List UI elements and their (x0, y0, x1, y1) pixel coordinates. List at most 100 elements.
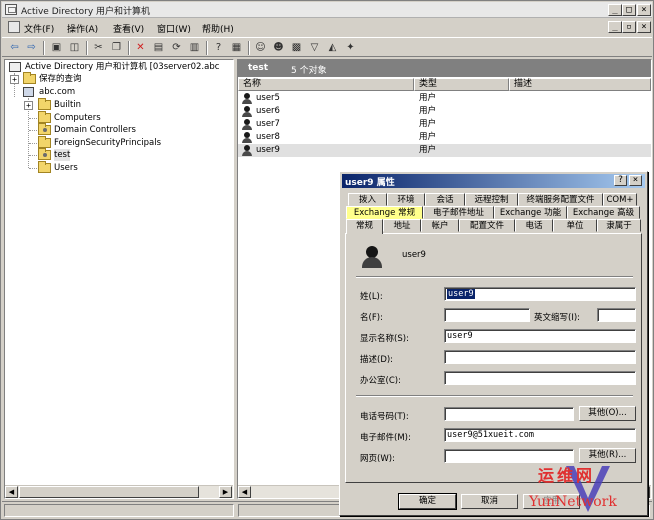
new-ou-icon[interactable]: ▩ (289, 41, 304, 55)
tab-sessions[interactable]: 会话 (425, 193, 465, 206)
help-icon[interactable]: ? (211, 41, 226, 55)
saved-queries-expander[interactable]: + (10, 75, 19, 84)
minimize-button[interactable]: _ (608, 4, 622, 16)
builtin-expander[interactable]: + (24, 101, 33, 110)
office-label: 办公室(C): (360, 376, 401, 386)
initials-field[interactable] (597, 308, 636, 322)
properties-icon[interactable]: ▤ (151, 41, 166, 55)
refresh-icon[interactable]: ⟳ (169, 41, 184, 55)
tree-horizontal-scrollbar[interactable]: ◀ ▶ (5, 485, 233, 498)
cancel-button[interactable]: 取消 (461, 494, 518, 509)
tab-exchange-features[interactable]: Exchange 功能 (494, 206, 567, 219)
forward-arrow-icon[interactable]: ⇨ (24, 41, 39, 55)
scroll-thumb[interactable] (19, 486, 199, 498)
other-webpage-button[interactable]: 其他(R)... (579, 448, 636, 463)
console-tree[interactable]: Active Directory 用户和计算机 [03server02.abc … (4, 59, 234, 499)
find-icon[interactable]: ◭ (325, 41, 340, 55)
tab-organization[interactable]: 单位 (553, 219, 597, 232)
description-field[interactable] (444, 350, 636, 364)
user-icon (242, 132, 252, 143)
scroll-left-arrow-icon[interactable]: ◀ (5, 486, 18, 498)
ok-button[interactable]: 确定 (398, 493, 457, 510)
console-icon[interactable] (8, 21, 20, 33)
column-header-name[interactable]: 名称 (238, 78, 414, 91)
delete-icon[interactable]: ✕ (133, 41, 148, 55)
copy-icon[interactable]: ❐ (109, 41, 124, 55)
tab-remote-control[interactable]: 远程控制 (465, 193, 518, 206)
help-button[interactable]: ? (614, 175, 627, 186)
filter-icon[interactable]: ▽ (307, 41, 322, 55)
new-user-icon[interactable]: ☺ (253, 41, 268, 55)
scroll-right-arrow-icon[interactable]: ▶ (219, 486, 232, 498)
inner-minimize-button[interactable]: _ (608, 21, 622, 33)
tab-email-addresses[interactable]: 电子邮件地址 (423, 206, 494, 219)
tab-terminal-services-profile[interactable]: 终端服务配置文件 (518, 193, 603, 206)
menu-window[interactable]: 窗口(W) (157, 22, 191, 35)
email-label: 电子邮件(M): (360, 433, 411, 443)
scroll-left-arrow-icon[interactable]: ◀ (238, 486, 251, 498)
menu-help[interactable]: 帮助(H) (202, 22, 234, 35)
tab-exchange-advanced[interactable]: Exchange 高级 (567, 206, 640, 219)
tab-dial-in[interactable]: 拨入 (348, 193, 387, 206)
export-list-icon[interactable]: ▥ (187, 41, 202, 55)
inner-close-button[interactable]: × (637, 21, 651, 33)
add-to-group-icon[interactable]: ✦ (343, 41, 358, 55)
tab-exchange-general[interactable]: Exchange 常规 (346, 206, 423, 219)
menu-file[interactable]: 文件(F) (24, 22, 54, 35)
title-bar[interactable]: Active Directory 用户和计算机 _ □ × (2, 2, 652, 18)
last-name-label: 姓(L): (360, 292, 383, 302)
menu-view[interactable]: 查看(V) (113, 22, 144, 35)
tab-profile[interactable]: 配置文件 (459, 219, 515, 232)
last-name-field[interactable]: user9 (444, 287, 636, 301)
toolbar-separator (248, 41, 250, 55)
tab-account[interactable]: 帐户 (421, 219, 459, 232)
folder-icon (23, 72, 36, 84)
result-pane-header: test 5 个对象 (238, 60, 651, 77)
email-field[interactable]: user9@51xueit.com (444, 428, 636, 442)
list-item-selected[interactable]: user9 用户 (238, 144, 651, 157)
close-button[interactable]: × (637, 4, 651, 16)
tab-member-of[interactable]: 隶属于 (597, 219, 641, 232)
user-icon (242, 106, 252, 117)
separator (356, 395, 633, 397)
description-label: 描述(D): (360, 355, 394, 365)
show-hide-tree-icon[interactable]: ◫ (67, 41, 82, 55)
other-phone-button[interactable]: 其他(O)... (579, 406, 636, 421)
menu-action[interactable]: 操作(A) (67, 22, 98, 35)
dialog-title-bar[interactable]: user9 属性 ? × (342, 174, 645, 188)
column-header-type[interactable]: 类型 (414, 78, 509, 91)
dialog-close-button[interactable]: × (629, 175, 642, 186)
list-item[interactable]: user5 用户 (238, 92, 651, 105)
window-title: Active Directory 用户和计算机 (21, 7, 151, 17)
inner-restore-button[interactable]: ▫ (622, 21, 636, 33)
console-tree-icon[interactable]: ▦ (229, 41, 244, 55)
tab-telephones[interactable]: 电话 (515, 219, 553, 232)
phone-field[interactable] (444, 407, 574, 421)
tab-address[interactable]: 地址 (383, 219, 421, 232)
webpage-label: 网页(W): (360, 454, 395, 464)
toolbar-separator (206, 41, 208, 55)
list-item[interactable]: user8 用户 (238, 131, 651, 144)
user-icon (242, 145, 252, 156)
display-name-field[interactable]: user9 (444, 329, 636, 343)
tab-environment[interactable]: 环境 (387, 193, 425, 206)
cut-icon[interactable]: ✂ (91, 41, 106, 55)
maximize-button[interactable]: □ (622, 4, 636, 16)
office-field[interactable] (444, 371, 636, 385)
phone-label: 电话号码(T): (360, 412, 409, 422)
user-icon (242, 93, 252, 104)
tab-com-plus[interactable]: COM+ (603, 193, 637, 206)
menu-bar: 文件(F) 操作(A) 查看(V) 窗口(W) 帮助(H) _ ▫ × (2, 19, 652, 36)
list-item[interactable]: user6 用户 (238, 105, 651, 118)
folder-icon (38, 111, 51, 123)
up-folder-icon[interactable]: ▣ (49, 41, 64, 55)
new-group-icon[interactable]: ☻ (271, 41, 286, 55)
user-heading-name: user9 (402, 250, 426, 260)
column-header-description[interactable]: 描述 (509, 78, 651, 91)
webpage-field[interactable] (444, 449, 574, 463)
first-name-field[interactable] (444, 308, 530, 322)
back-arrow-icon[interactable]: ⇦ (7, 41, 22, 55)
list-item[interactable]: user7 用户 (238, 118, 651, 131)
tab-general[interactable]: 常规 (346, 219, 383, 234)
toolbar: ⇦ ⇨ ▣ ◫ ✂ ❐ ✕ ▤ ⟳ ▥ ? ▦ ☺ ☻ ▩ ▽ ◭ ✦ (2, 37, 652, 57)
